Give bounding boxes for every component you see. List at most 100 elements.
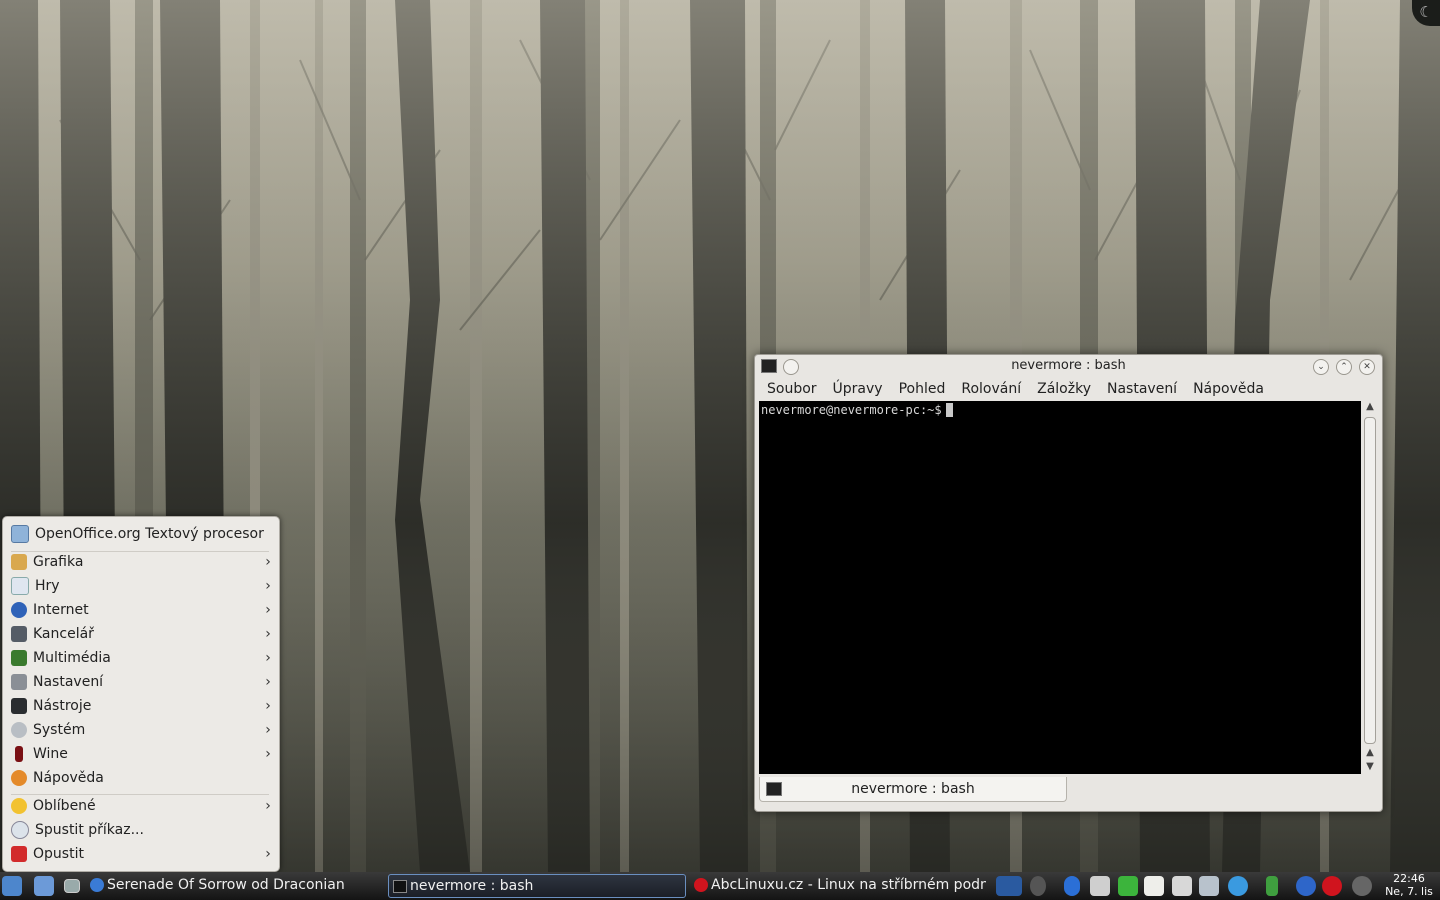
menu-item-label: Opustit [33, 846, 84, 862]
submenu-arrow-icon: › [265, 698, 271, 714]
menu-item-system[interactable]: Systém › [7, 718, 275, 742]
menu-rolovani[interactable]: Rolování [953, 378, 1029, 400]
task-konsole[interactable]: nevermore : bash [388, 874, 686, 898]
folder-view-button[interactable] [34, 874, 54, 898]
shell-prompt: nevermore@nevermore-pc:~$ [761, 403, 942, 417]
task-amarok[interactable]: Serenade Of Sorrow od Draconian [86, 874, 382, 896]
graphics-icon [11, 554, 27, 570]
clock-date: Ne, 7. lis [1385, 885, 1433, 898]
menu-item-label: Multimédia [33, 650, 111, 666]
menu-item-opustit[interactable]: Opustit › [7, 842, 275, 866]
terminal-area[interactable]: nevermore@nevermore-pc:~$ [759, 401, 1361, 774]
scrollbar-thumb[interactable] [1364, 417, 1376, 744]
wine-icon [15, 746, 23, 762]
scroll-up-icon[interactable]: ▲ [1363, 747, 1377, 759]
menu-upravy[interactable]: Úpravy [825, 378, 891, 400]
update-icon[interactable] [1118, 876, 1138, 896]
menu-item-label: Wine [33, 746, 68, 762]
menu-item-label: Oblíbené [33, 798, 96, 814]
menu-item-label: Kancelář [33, 626, 94, 642]
back-icon[interactable] [1030, 876, 1046, 896]
taskbar-panel: Serenade Of Sorrow od Draconian nevermor… [0, 872, 1440, 900]
menu-item-multimedia[interactable]: Multimédia › [7, 646, 275, 670]
menu-item-hry[interactable]: Hry › [7, 574, 275, 598]
menu-item-openoffice-writer[interactable]: OpenOffice.org Textový procesor [7, 522, 275, 546]
opera-icon [694, 878, 708, 892]
konsole-menubar: Soubor Úpravy Pohled Rolování Záložky Na… [759, 378, 1272, 400]
text-cursor [945, 403, 953, 417]
menu-item-label: Spustit příkaz... [35, 822, 144, 838]
bluetooth-icon[interactable] [1064, 876, 1080, 896]
games-icon [11, 577, 29, 595]
internet-icon [11, 602, 27, 618]
show-desktop-button[interactable] [64, 874, 80, 898]
menu-item-label: Internet [33, 602, 89, 618]
maximize-button[interactable]: ⌃ [1336, 359, 1352, 375]
submenu-arrow-icon: › [265, 578, 271, 594]
network-icon[interactable] [1172, 876, 1192, 896]
display-icon[interactable] [1199, 876, 1219, 896]
konsole-window: nevermore : bash ⌄ ⌃ ✕ Soubor Úpravy Poh… [754, 354, 1383, 812]
terminal-scrollbar[interactable]: ▲ ▲ ▼ [1363, 401, 1377, 774]
clock-time: 22:46 [1393, 872, 1425, 885]
clipboard-icon[interactable] [1144, 876, 1164, 896]
menu-item-internet[interactable]: Internet › [7, 598, 275, 622]
favorites-icon [11, 798, 27, 814]
submenu-arrow-icon: › [265, 602, 271, 618]
settings-icon [11, 674, 27, 690]
scroll-up-icon[interactable]: ▲ [1363, 401, 1377, 413]
task-opera[interactable]: AbcLinuxu.cz - Linux na stříbrném podnos… [690, 874, 986, 896]
minimize-button[interactable]: ⌄ [1313, 359, 1329, 375]
run-command-icon [11, 821, 29, 839]
close-button[interactable]: ✕ [1359, 359, 1375, 375]
menu-item-label: Nastavení [33, 674, 104, 690]
writer-icon [11, 525, 29, 543]
info-icon[interactable] [1352, 876, 1372, 896]
menu-item-label: Nápověda [33, 770, 104, 786]
digital-clock[interactable]: 22:46 Ne, 7. lis [1380, 872, 1438, 898]
menu-item-run-command[interactable]: Spustit příkaz... [7, 818, 275, 842]
menu-soubor[interactable]: Soubor [759, 378, 825, 400]
kopete-icon[interactable] [1228, 876, 1248, 896]
kde-launcher-icon [2, 876, 22, 896]
menu-pohled[interactable]: Pohled [891, 378, 954, 400]
pager-icon[interactable] [996, 876, 1022, 896]
menu-item-nastaveni[interactable]: Nastavení › [7, 670, 275, 694]
volume-icon[interactable] [1090, 876, 1110, 896]
submenu-arrow-icon: › [265, 554, 271, 570]
menu-item-kancelar[interactable]: Kancelář › [7, 622, 275, 646]
task-label: AbcLinuxu.cz - Linux na stříbrném podnos… [711, 877, 986, 893]
menu-item-label: Grafika [33, 554, 84, 570]
multimedia-icon [11, 650, 27, 666]
menu-item-label: Hry [35, 578, 60, 594]
opera-tray-icon[interactable] [1322, 876, 1342, 896]
amarok-icon [90, 878, 104, 892]
menu-item-oblibene[interactable]: Oblíbené › [7, 794, 275, 818]
submenu-arrow-icon: › [265, 846, 271, 862]
menu-napoveda[interactable]: Nápověda [1185, 378, 1272, 400]
menu-zalozky[interactable]: Záložky [1029, 378, 1099, 400]
menu-item-nastroje[interactable]: Nástroje › [7, 694, 275, 718]
terminal-icon [393, 879, 407, 893]
submenu-arrow-icon: › [265, 674, 271, 690]
window-title: nevermore : bash [1011, 358, 1126, 373]
menu-nastaveni[interactable]: Nastavení [1099, 378, 1185, 400]
application-launcher-menu: OpenOffice.org Textový procesor Grafika … [2, 516, 280, 872]
show-desktop-icon [64, 879, 80, 893]
window-titlebar[interactable]: nevermore : bash ⌄ ⌃ ✕ [755, 355, 1382, 377]
kickoff-button[interactable] [2, 874, 22, 898]
tools-icon [11, 698, 27, 714]
submenu-arrow-icon: › [265, 798, 271, 814]
menu-item-label: OpenOffice.org Textový procesor [35, 526, 264, 542]
menu-item-label: Systém [33, 722, 86, 738]
scroll-down-icon[interactable]: ▼ [1363, 761, 1377, 773]
amarok-tray-icon[interactable] [1296, 876, 1316, 896]
menu-item-napoveda[interactable]: Nápověda [7, 766, 275, 790]
menu-item-grafika[interactable]: Grafika › [7, 550, 275, 574]
session-tab-label: nevermore : bash [851, 781, 975, 797]
battery-icon[interactable] [1266, 876, 1278, 896]
leave-icon [11, 846, 27, 862]
system-icon [11, 722, 27, 738]
session-tab[interactable]: nevermore : bash [759, 777, 1067, 802]
menu-item-wine[interactable]: Wine › [7, 742, 275, 766]
